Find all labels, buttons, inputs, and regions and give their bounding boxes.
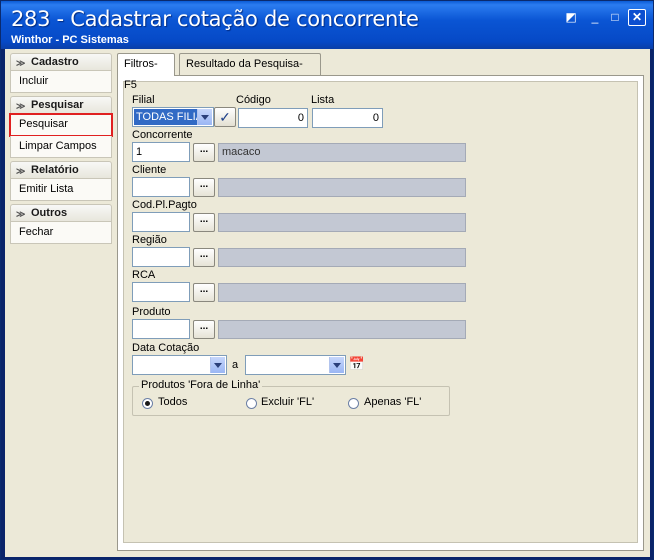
data-cotacao-from[interactable] (132, 355, 227, 375)
regiao-description (218, 248, 466, 267)
filters-area: Filial TODAS FILIAIS ✓ Código 0 Lista 0 … (123, 81, 638, 543)
chevron-icon: ≫ (16, 209, 26, 219)
sidebar-item-fechar[interactable]: Fechar (10, 222, 112, 244)
rca-label: RCA (132, 269, 156, 281)
radio-excluir-fl[interactable] (246, 398, 257, 409)
group-label: Pesquisar (31, 99, 84, 111)
radio-todos[interactable] (142, 398, 153, 409)
produto-search-button[interactable]: ... (193, 320, 215, 339)
concorrente-description: macaco (218, 143, 466, 162)
regiao-search-button[interactable]: ... (193, 248, 215, 267)
sidebar-item-incluir[interactable]: Incluir (10, 71, 112, 93)
produto-input[interactable] (132, 319, 190, 339)
maximize-icon[interactable]: □ (606, 9, 624, 26)
cliente-label: Cliente (132, 164, 167, 176)
group-label: Relatório (31, 164, 79, 176)
tab-panel-filtros: Filial TODAS FILIAIS ✓ Código 0 Lista 0 … (117, 75, 644, 551)
concorrente-search-button[interactable]: ... (193, 143, 215, 162)
chevron-down-icon[interactable] (210, 357, 225, 373)
concorrente-input[interactable]: 1 (132, 142, 190, 162)
restore-icon[interactable]: ◩ (562, 9, 580, 26)
chevron-icon: ≫ (16, 58, 26, 68)
group-header-outros[interactable]: ≫ Outros (10, 204, 112, 222)
data-from-value (134, 357, 138, 373)
produto-label: Produto (132, 306, 171, 318)
filial-value: TODAS FILIAIS (134, 109, 198, 125)
cod-pl-pagto-description (218, 213, 466, 232)
close-icon[interactable]: ✕ (628, 9, 646, 26)
cliente-input[interactable] (132, 177, 190, 197)
cliente-description (218, 178, 466, 197)
rca-input[interactable] (132, 282, 190, 302)
client-area: ≫ Cadastro Incluir ≫ Pesquisar Pesquisar… (5, 49, 650, 557)
calendar-icon[interactable]: 📅 (348, 355, 366, 374)
sidebar-item-emitir-lista[interactable]: Emitir Lista (10, 179, 112, 201)
group-label: Outros (31, 207, 68, 219)
sidebar: ≫ Cadastro Incluir ≫ Pesquisar Pesquisar… (9, 53, 113, 247)
data-to-value (247, 357, 251, 373)
chevron-down-icon[interactable] (329, 357, 344, 373)
chevron-icon: ≫ (16, 166, 26, 176)
regiao-input[interactable] (132, 247, 190, 267)
sidebar-item-limpar-campos[interactable]: Limpar Campos (10, 136, 112, 158)
group-label: Cadastro (31, 56, 79, 68)
lista-input[interactable]: 0 (312, 108, 383, 128)
produto-description (218, 320, 466, 339)
app-window: 283 - Cadastrar cotação de concorrente W… (0, 0, 654, 560)
date-separator: a (232, 359, 239, 371)
radio-excluir-fl-label: Excluir 'FL' (261, 396, 315, 408)
radio-apenas-fl[interactable] (348, 398, 359, 409)
group-header-cadastro[interactable]: ≫ Cadastro (10, 53, 112, 71)
cod-pl-pagto-search-button[interactable]: ... (193, 213, 215, 232)
regiao-label: Região (132, 234, 167, 246)
chevron-icon: ≫ (16, 101, 26, 111)
codigo-input[interactable]: 0 (238, 108, 308, 128)
rca-description (218, 283, 466, 302)
cod-pl-pagto-label: Cod.Pl.Pagto (132, 199, 197, 211)
rca-search-button[interactable]: ... (193, 283, 215, 302)
cod-pl-pagto-input[interactable] (132, 212, 190, 232)
radio-todos-label: Todos (158, 396, 188, 408)
data-cotacao-to[interactable] (245, 355, 346, 375)
filial-select[interactable]: TODAS FILIAIS (132, 107, 214, 127)
tab-filtros[interactable]: Filtros-F5 (117, 53, 175, 91)
chevron-down-icon[interactable] (197, 109, 212, 125)
sidebar-item-pesquisar[interactable]: Pesquisar (9, 113, 113, 137)
tab-resultado[interactable]: Resultado da Pesquisa-F6 (179, 53, 321, 91)
title-bar[interactable]: 283 - Cadastrar cotação de concorrente W… (1, 1, 653, 49)
fora-de-linha-group: Produtos 'Fora de Linha' Todos Excluir '… (132, 379, 450, 416)
group-header-relatorio[interactable]: ≫ Relatório (10, 161, 112, 179)
minimize-icon[interactable]: _ (586, 9, 604, 26)
radio-apenas-fl-label: Apenas 'FL' (364, 396, 422, 408)
codigo-label: Código (236, 94, 271, 106)
cliente-search-button[interactable]: ... (193, 178, 215, 197)
group-header-pesquisar[interactable]: ≫ Pesquisar (10, 96, 112, 114)
check-icon[interactable]: ✓ (214, 107, 236, 127)
window-title: 283 - Cadastrar cotação de concorrente (11, 7, 419, 31)
fora-de-linha-legend: Produtos 'Fora de Linha' (139, 379, 263, 391)
lista-label: Lista (311, 94, 335, 106)
data-cotacao-label: Data Cotação (132, 342, 200, 354)
concorrente-label: Concorrente (132, 129, 193, 141)
window-subtitle: Winthor - PC Sistemas (11, 34, 129, 46)
